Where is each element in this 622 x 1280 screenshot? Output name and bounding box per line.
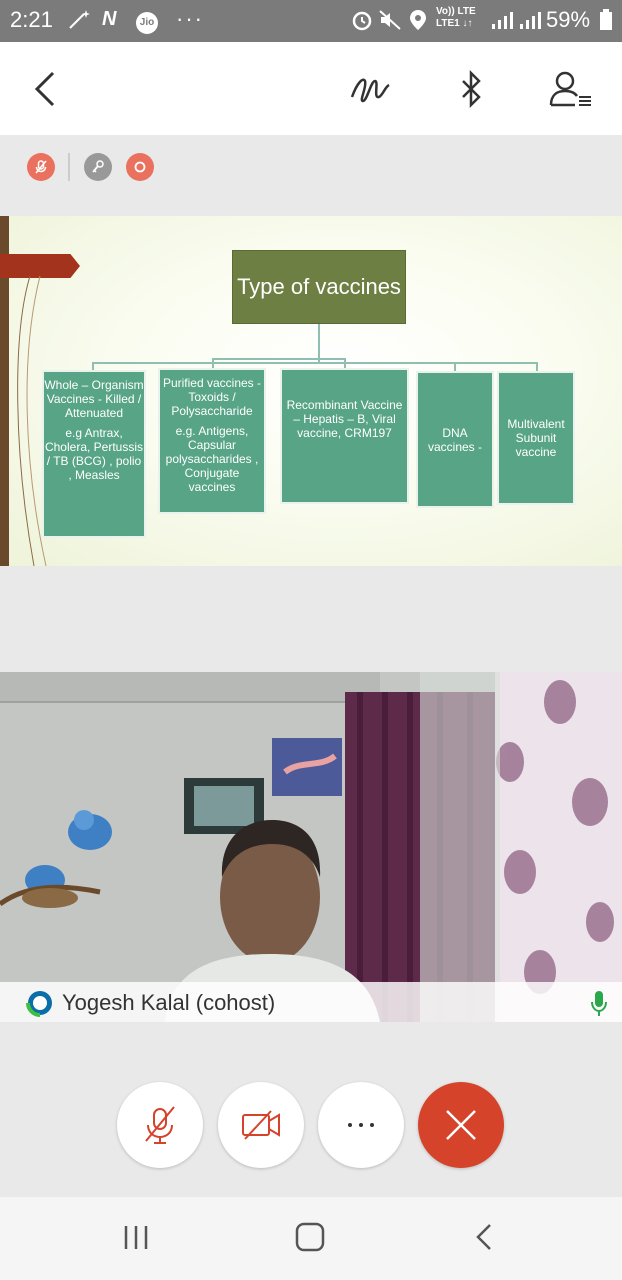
- more-notifications-icon: ···: [176, 6, 204, 31]
- system-back-button[interactable]: [472, 1221, 496, 1253]
- back-button[interactable]: [20, 64, 70, 114]
- annotate-button[interactable]: [346, 64, 396, 114]
- slide-box-multivalent: Multivalent Subunit vaccine: [497, 371, 575, 505]
- webex-logo-icon: [26, 991, 52, 1017]
- signal-icon: [518, 8, 544, 32]
- box-sub-text: e.g. Antigens, Capsular polysaccharides …: [165, 424, 259, 494]
- participant-name: Yogesh Kalal (cohost): [62, 990, 276, 1015]
- microphone-icon: [591, 991, 607, 1016]
- system-nav-bar: [0, 1197, 622, 1280]
- bluetooth-icon: [462, 69, 481, 109]
- video-off-icon: [242, 1110, 280, 1140]
- network-label: Vo)) LTE LTE1 ↓↑: [436, 6, 476, 29]
- connector: [318, 324, 320, 362]
- key-icon: [92, 160, 104, 173]
- box-main-text: DNA vaccines -: [427, 425, 483, 454]
- slide-box-recombinant: Recombinant Vaccine – Hepatis – B, Viral…: [280, 368, 409, 504]
- participant-video: [0, 672, 622, 1022]
- video-frame-image: [0, 672, 622, 1022]
- home-icon: [295, 1222, 325, 1252]
- recent-apps-icon: [124, 1226, 148, 1249]
- status-time: 2:21: [10, 7, 53, 32]
- shared-slide: Type of vaccines Whole – Organism Vaccin…: [0, 216, 622, 566]
- mute-button[interactable]: [117, 1082, 203, 1168]
- meeting-toolbar: [0, 42, 622, 135]
- connector: [212, 358, 344, 360]
- participant-name-bar: Yogesh Kalal (cohost): [0, 982, 622, 1022]
- slide-box-dna: DNA vaccines -: [416, 371, 494, 508]
- more-options-button[interactable]: [318, 1082, 404, 1168]
- box-sub-text: e.g Antrax, Cholera, Pertussis / TB (BCG…: [44, 426, 144, 482]
- recent-apps-button[interactable]: [116, 1223, 156, 1253]
- box-main-text: Whole – Organism Vaccines - Killed / Att…: [44, 378, 144, 420]
- home-button[interactable]: [294, 1221, 326, 1253]
- location-icon: [408, 8, 428, 32]
- squiggle-icon: [350, 78, 390, 103]
- slide-box-whole-organism: Whole – Organism Vaccines - Killed / Att…: [42, 370, 146, 538]
- leave-meeting-button[interactable]: [418, 1082, 504, 1168]
- battery-icon: [598, 8, 614, 32]
- signal-icon: [490, 8, 516, 32]
- slide-box-purified: Purified vaccines - Toxoids / Polysaccha…: [158, 368, 266, 514]
- chevron-left-icon: [34, 71, 55, 107]
- battery-percent: 59%: [546, 7, 591, 32]
- record-icon: [134, 161, 146, 173]
- participants-button[interactable]: [546, 64, 596, 114]
- box-main-text: Recombinant Vaccine – Hepatis – B, Viral…: [286, 398, 403, 440]
- close-icon: [446, 1110, 476, 1140]
- magic-wand-icon: [66, 8, 92, 32]
- mic-off-icon: [35, 160, 47, 174]
- connector: [92, 362, 536, 364]
- box-main-text: Multivalent Subunit vaccine: [507, 417, 565, 459]
- status-bar: 2:21 N Jio ··· Vo)) LTE LTE1 ↓↑ 59%: [0, 0, 622, 42]
- jio-icon: Jio: [136, 9, 158, 34]
- more-icon: [348, 1123, 374, 1127]
- video-button[interactable]: [218, 1082, 304, 1168]
- mic-off-icon: [145, 1106, 175, 1144]
- alarm-icon: [350, 8, 374, 32]
- mute-status-indicator[interactable]: [27, 153, 55, 181]
- mute-sound-icon: [378, 8, 402, 32]
- box-main-text: Purified vaccines - Toxoids / Polysaccha…: [162, 376, 262, 418]
- slide-title: Type of vaccines: [232, 250, 406, 324]
- record-indicator[interactable]: [126, 153, 154, 181]
- meeting-status-strip: [0, 135, 622, 215]
- connector: [344, 358, 346, 368]
- lock-indicator[interactable]: [84, 153, 112, 181]
- bluetooth-button[interactable]: [446, 64, 496, 114]
- divider: [68, 153, 70, 181]
- n-app-icon: N: [102, 8, 117, 30]
- participant-list-icon: [549, 71, 591, 107]
- chevron-left-icon: [476, 1224, 491, 1250]
